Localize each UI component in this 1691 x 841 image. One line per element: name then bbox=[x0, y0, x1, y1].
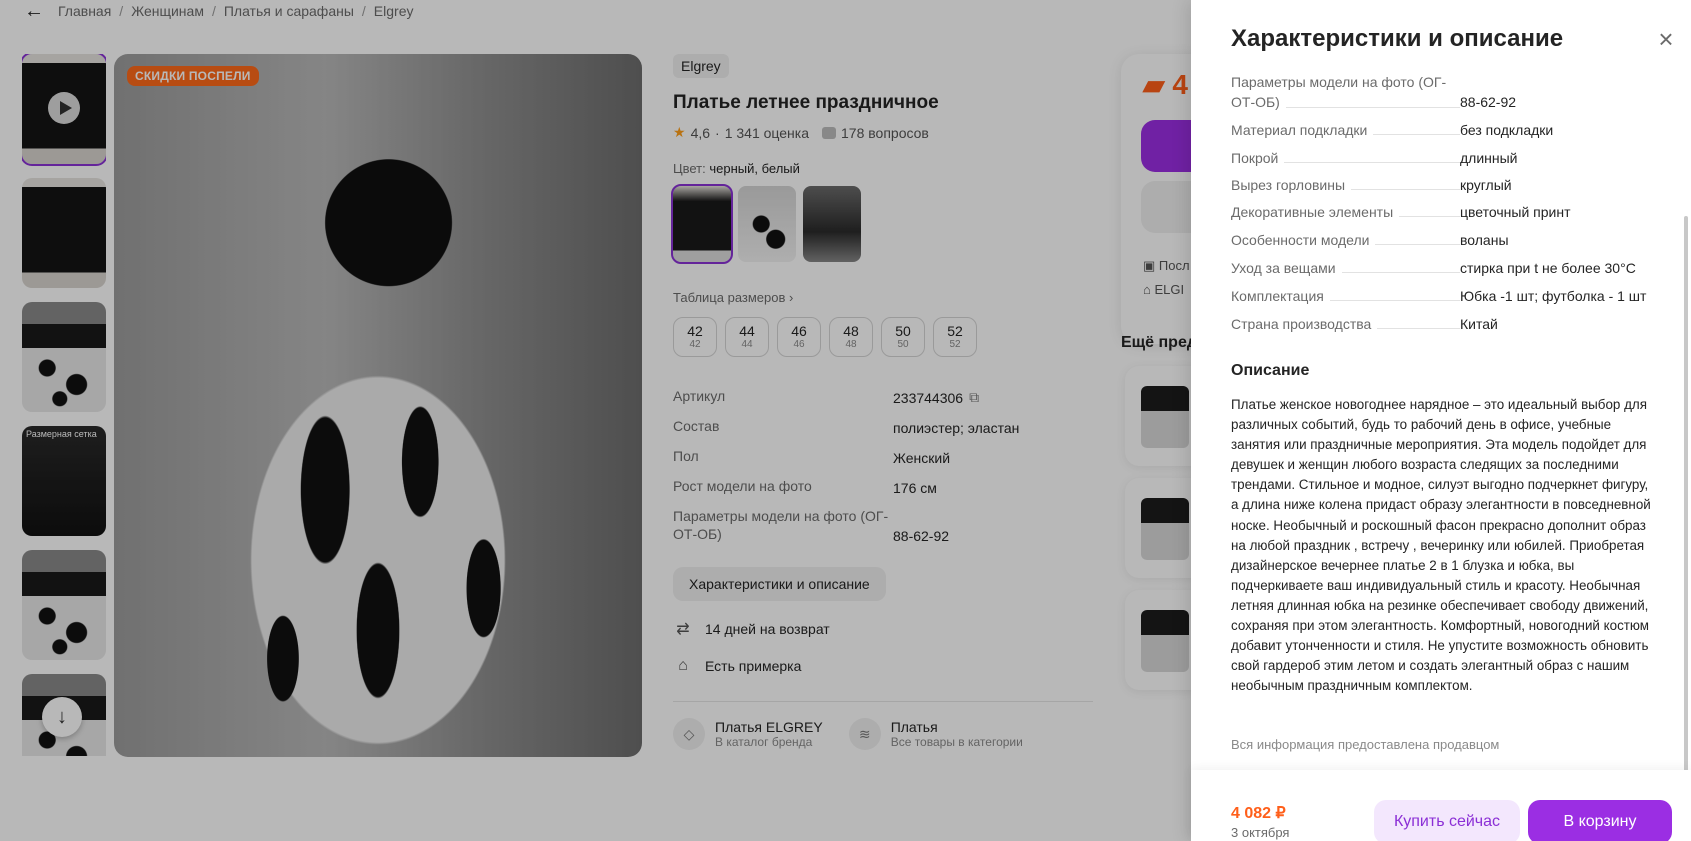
characteristic-row: Особенности модели воланы bbox=[1231, 230, 1651, 250]
close-icon[interactable]: × bbox=[1653, 26, 1679, 52]
characteristic-value: Китай bbox=[1460, 316, 1498, 332]
characteristic-value: воланы bbox=[1460, 232, 1509, 248]
characteristic-row: Декоративные элементы цветочный принт bbox=[1231, 202, 1651, 222]
characteristic-row: Страна производства Китай bbox=[1231, 314, 1651, 334]
characteristic-key: Покрой bbox=[1231, 148, 1460, 168]
characteristic-key-label: Материал подкладки bbox=[1231, 122, 1374, 138]
characteristic-key-label: Декоративные элементы bbox=[1231, 204, 1400, 220]
characteristic-key-label: Комплектация bbox=[1231, 288, 1330, 304]
add-to-cart-button[interactable]: В корзину bbox=[1528, 800, 1672, 841]
characteristic-key-label: Покрой bbox=[1231, 150, 1285, 166]
characteristic-key-label: Страна производства bbox=[1231, 316, 1378, 332]
description-text: Платье женское новогоднее нарядное – это… bbox=[1231, 397, 1651, 694]
characteristic-row: Покрой длинный bbox=[1231, 148, 1651, 168]
drawer-scrollbar[interactable] bbox=[1684, 216, 1688, 774]
characteristic-row: Параметры модели на фото (ОГ-ОТ-ОБ) 88-6… bbox=[1231, 72, 1651, 113]
characteristic-key: Страна производства bbox=[1231, 314, 1460, 334]
characteristic-value: длинный bbox=[1460, 150, 1518, 166]
characteristic-key: Уход за вещами bbox=[1231, 258, 1460, 278]
characteristic-key: Декоративные элементы bbox=[1231, 202, 1460, 222]
characteristic-key-label: Уход за вещами bbox=[1231, 260, 1342, 276]
characteristic-key: Материал подкладки bbox=[1231, 120, 1460, 140]
drawer-footer: 4 082 ₽ 3 октября Купить сейчас В корзин… bbox=[1191, 770, 1691, 841]
characteristic-value: стирка при t не более 30°C bbox=[1460, 260, 1636, 276]
characteristic-value: круглый bbox=[1460, 177, 1512, 193]
characteristic-key-label: Особенности модели bbox=[1231, 232, 1376, 248]
characteristic-key: Вырез горловины bbox=[1231, 175, 1460, 195]
drawer-title: Характеристики и описание bbox=[1231, 25, 1564, 52]
characteristic-key-label: Вырез горловины bbox=[1231, 177, 1352, 193]
characteristic-row: Вырез горловины круглый bbox=[1231, 175, 1651, 195]
characteristics-drawer: Характеристики и описание × Параметры мо… bbox=[1191, 0, 1691, 841]
characteristic-key: Комплектация bbox=[1231, 286, 1460, 306]
characteristic-key-label: Параметры модели на фото (ОГ-ОТ-ОБ) bbox=[1231, 74, 1447, 111]
seller-info-note: Вся информация предоставлена продавцом bbox=[1231, 737, 1500, 752]
description-title: Описание bbox=[1231, 362, 1310, 379]
characteristic-value: цветочный принт bbox=[1460, 204, 1571, 220]
drawer-scroll-area[interactable]: Параметры модели на фото (ОГ-ОТ-ОБ) 88-6… bbox=[1191, 70, 1691, 770]
characteristic-row: Уход за вещами стирка при t не более 30°… bbox=[1231, 258, 1651, 278]
footer-price: 4 082 ₽ bbox=[1231, 805, 1286, 822]
characteristic-value: без подкладки bbox=[1460, 122, 1554, 138]
characteristic-key: Особенности модели bbox=[1231, 230, 1460, 250]
footer-delivery-date: 3 октября bbox=[1231, 825, 1290, 840]
characteristic-value: 88-62-92 bbox=[1460, 94, 1517, 111]
characteristic-value: Юбка -1 шт; футболка - 1 шт bbox=[1460, 288, 1647, 304]
characteristic-row: Комплектация Юбка -1 шт; футболка - 1 шт bbox=[1231, 286, 1651, 306]
characteristic-key: Параметры модели на фото (ОГ-ОТ-ОБ) bbox=[1231, 72, 1460, 113]
buy-now-button[interactable]: Купить сейчас bbox=[1374, 800, 1520, 841]
characteristic-row: Материал подкладки без подкладки bbox=[1231, 120, 1651, 140]
